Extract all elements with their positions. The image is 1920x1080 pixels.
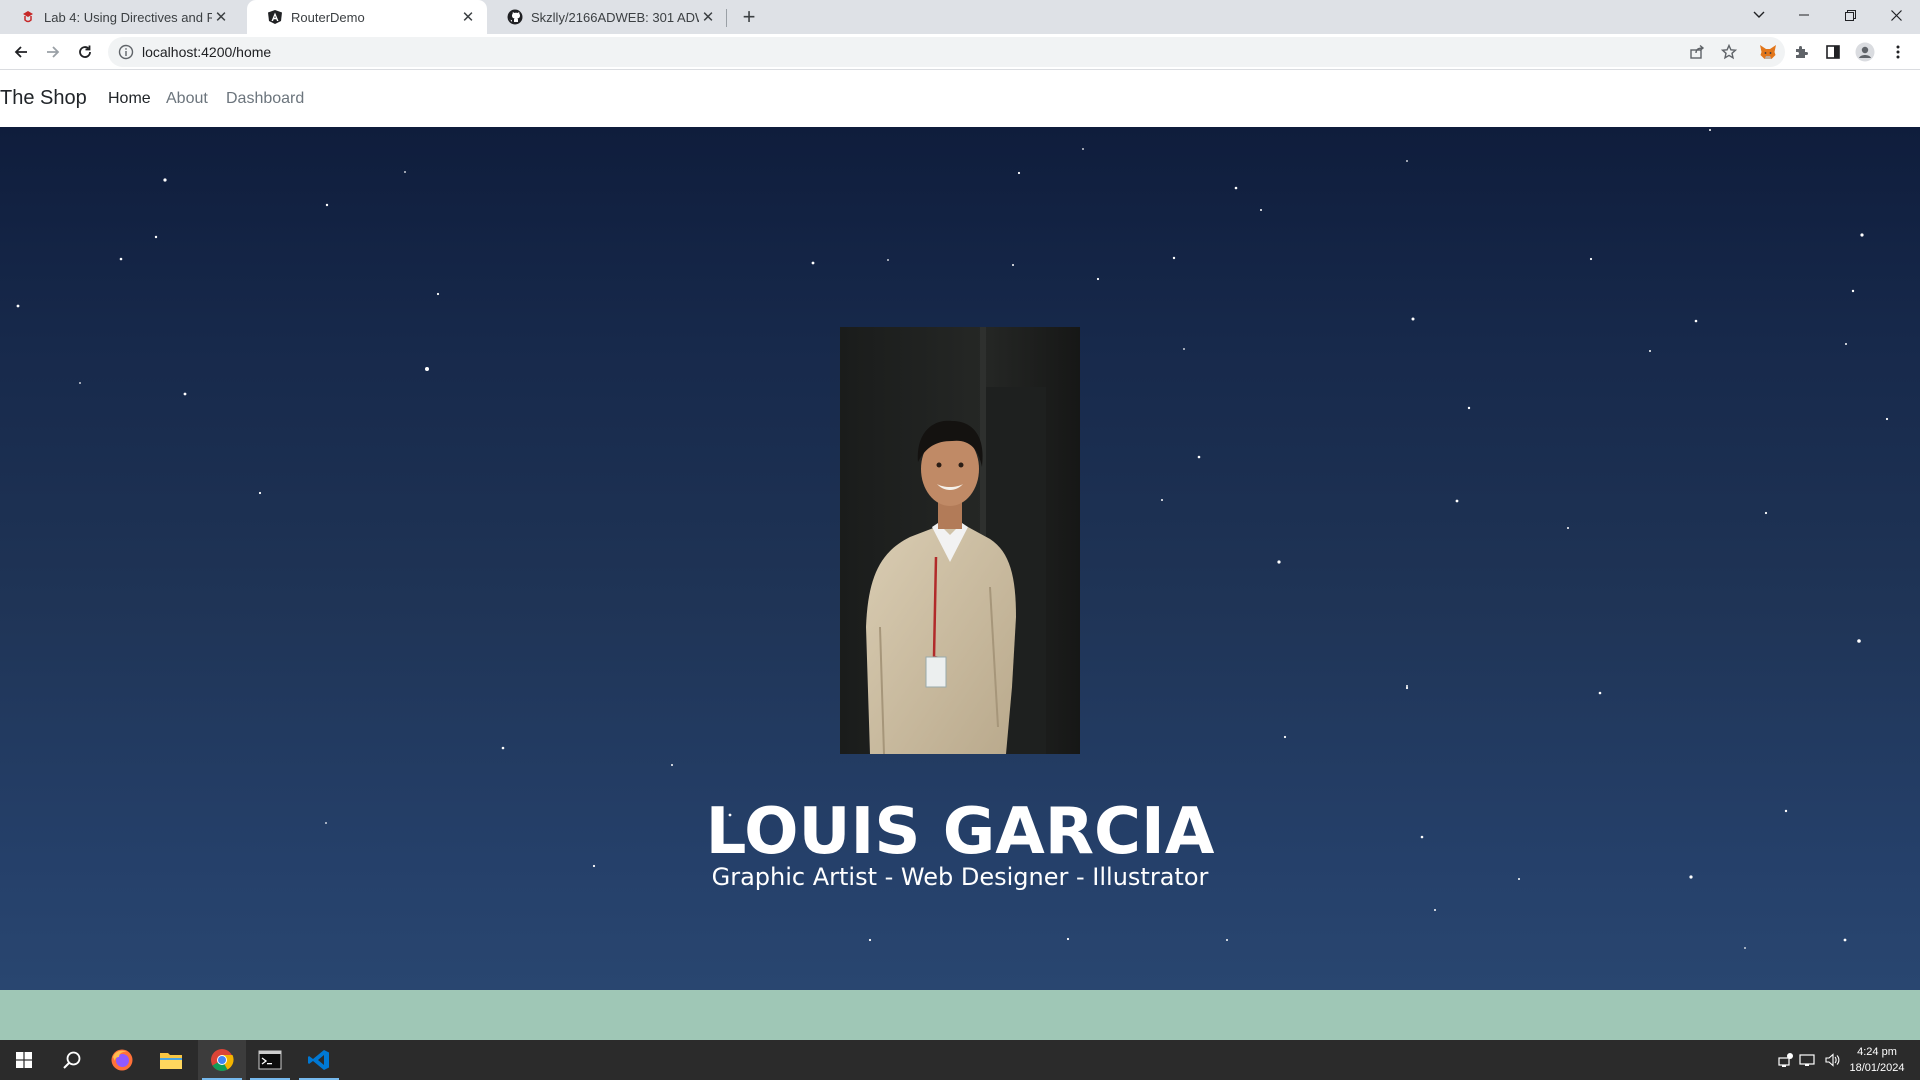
new-tab-button[interactable]: + [736, 4, 762, 30]
tab-title: Lab 4: Using Directives and Routi [44, 9, 212, 25]
nav-link-home[interactable]: Home [108, 90, 151, 108]
monitor-tray-icon[interactable] [1799, 1052, 1815, 1068]
avatar-icon [1855, 42, 1875, 62]
clock-date: 18/01/2024 [1849, 1062, 1905, 1074]
reload-button[interactable] [71, 38, 99, 66]
restore-button[interactable] [1828, 0, 1872, 30]
file-explorer-app[interactable] [147, 1040, 195, 1080]
chevron-down-icon [1753, 11, 1765, 18]
network-tray-icon[interactable] [1778, 1052, 1794, 1068]
tab-github[interactable]: Skzlly/2166ADWEB: 301 ADWEB ✕ [487, 0, 727, 34]
search-button[interactable] [48, 1040, 96, 1080]
arrow-right-icon [47, 46, 60, 58]
close-icon [1890, 9, 1902, 21]
metamask-extension-button[interactable] [1754, 38, 1782, 66]
restore-icon [1844, 9, 1856, 21]
profile-photo [840, 327, 1080, 754]
tab-lab4[interactable]: Lab 4: Using Directives and Routi ✕ [0, 0, 240, 34]
tab-search-button[interactable] [1737, 0, 1781, 30]
url-text[interactable]: localhost:4200/home [142, 44, 271, 60]
reload-icon [79, 45, 91, 58]
menu-button[interactable] [1884, 38, 1912, 66]
tab-separator [726, 9, 727, 27]
back-button[interactable] [7, 38, 35, 66]
tab-title: Skzlly/2166ADWEB: 301 ADWEB [531, 9, 699, 25]
side-panel-button[interactable] [1819, 38, 1847, 66]
angular-icon [267, 9, 283, 25]
puzzle-icon [1796, 46, 1808, 58]
kebab-menu-icon [1896, 45, 1900, 59]
vscode-app[interactable] [295, 1040, 343, 1080]
minimize-button[interactable] [1782, 0, 1826, 30]
close-icon[interactable]: ✕ [212, 8, 230, 26]
github-icon [507, 9, 523, 25]
search-icon [63, 1051, 81, 1069]
hero-section: LOUIS GARCIA Graphic Artist - Web Design… [0, 127, 1920, 990]
site-navbar: The Shop Home About Dashboard [0, 70, 1920, 127]
close-icon[interactable]: ✕ [459, 8, 477, 26]
firefox-icon [111, 1049, 133, 1071]
vscode-icon [308, 1050, 329, 1070]
hero-subtitle: Graphic Artist - Web Designer - Illustra… [711, 863, 1209, 891]
chrome-icon [211, 1049, 234, 1071]
extensions-button[interactable] [1787, 38, 1815, 66]
nav-link-about[interactable]: About [166, 90, 208, 108]
clock-time: 4:24 pm [1857, 1046, 1897, 1058]
close-icon[interactable]: ✕ [699, 8, 717, 26]
volume-icon[interactable] [1824, 1052, 1840, 1068]
browser-tab-strip: Lab 4: Using Directives and Routi ✕ Rout… [0, 0, 1920, 34]
address-bar[interactable]: localhost:4200/home [108, 37, 1785, 67]
terminal-icon [258, 1050, 282, 1070]
footer-band [0, 990, 1920, 1040]
person-portrait-image [840, 327, 1080, 754]
arrow-left-icon [14, 46, 27, 58]
folder-icon [160, 1053, 182, 1069]
info-icon[interactable] [118, 44, 134, 60]
navbar-brand[interactable]: The Shop [0, 87, 87, 110]
forward-button[interactable] [39, 38, 67, 66]
fox-icon [1760, 45, 1776, 59]
minimize-icon [1799, 14, 1809, 16]
close-window-button[interactable] [1874, 0, 1918, 30]
tab-title: RouterDemo [291, 9, 365, 25]
side-panel-icon [1826, 45, 1840, 59]
hero-name-heading: LOUIS GARCIA [705, 795, 1215, 869]
windows-logo-icon [16, 1052, 32, 1068]
terminal-app[interactable] [246, 1040, 294, 1080]
system-clock[interactable]: 4:24 pm 18/01/2024 [1846, 1044, 1908, 1076]
profile-button[interactable] [1851, 38, 1879, 66]
firefox-app[interactable] [98, 1040, 146, 1080]
start-button[interactable] [0, 1040, 48, 1080]
graduation-icon [20, 9, 36, 25]
browser-toolbar: localhost:4200/home [0, 34, 1920, 70]
chrome-app[interactable] [198, 1040, 246, 1080]
nav-link-dashboard[interactable]: Dashboard [226, 90, 304, 108]
windows-taskbar: 4:24 pm 18/01/2024 [0, 1040, 1920, 1080]
share-icon[interactable] [1687, 42, 1707, 62]
tab-routerdemo[interactable]: RouterDemo ✕ [247, 0, 487, 34]
bookmark-star-icon[interactable] [1719, 42, 1739, 62]
